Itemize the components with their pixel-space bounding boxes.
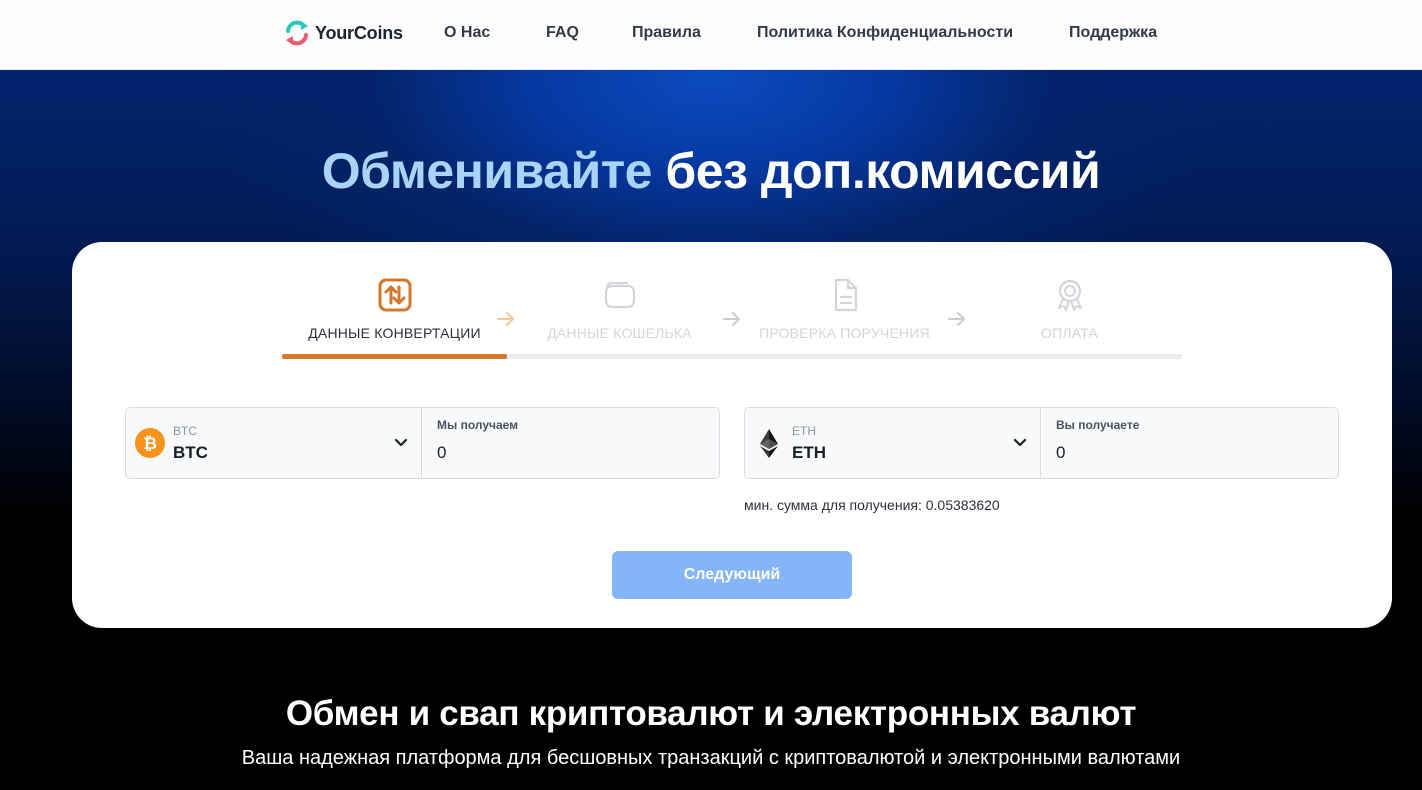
send-amount-label: Мы получаем bbox=[437, 418, 519, 432]
ethereum-icon bbox=[760, 429, 778, 458]
min-amount-note: мин. сумма для получения: 0.05383620 bbox=[744, 497, 1000, 513]
steps-track-progress bbox=[282, 354, 507, 359]
hero-title-rest: без доп.комиссий bbox=[665, 143, 1101, 199]
send-currency-code: BTC bbox=[173, 443, 208, 462]
nav-link-faq[interactable]: FAQ bbox=[546, 24, 579, 42]
send-amount-area: Мы получаем bbox=[423, 408, 719, 478]
step-label: ДАННЫЕ КОШЕЛЬКА bbox=[547, 325, 692, 341]
receive-currency-code-small: ETH bbox=[792, 424, 816, 438]
award-badge-icon bbox=[1058, 279, 1082, 311]
hero-title-accent: Обменивайте bbox=[321, 143, 653, 199]
receive-amount-label: Вы получаете bbox=[1056, 418, 1140, 432]
progress-steps: ДАННЫЕ КОНВЕРТАЦИИ ДАННЫЕ КОШЕЛЬКА ПРОВЕ… bbox=[282, 278, 1182, 360]
exchange-arrows-icon bbox=[378, 278, 412, 312]
wallet-icon bbox=[604, 281, 636, 309]
exchange-card: ДАННЫЕ КОНВЕРТАЦИИ ДАННЫЕ КОШЕЛЬКА ПРОВЕ… bbox=[72, 242, 1392, 628]
send-field-group: ₿ BTC BTC Мы получаем bbox=[125, 407, 720, 479]
document-icon bbox=[834, 278, 858, 312]
svg-text:₿: ₿ bbox=[143, 434, 157, 453]
receive-currency-code: ETH bbox=[792, 443, 826, 462]
nav-link-support[interactable]: Поддержка bbox=[1069, 24, 1157, 42]
next-button[interactable]: Следующий bbox=[612, 551, 852, 599]
logo-text: YourCoins bbox=[315, 22, 403, 43]
receive-currency-select[interactable]: ETH ETH bbox=[745, 408, 1041, 478]
step-label: ОПЛАТА bbox=[1040, 325, 1098, 341]
chevron-down-icon bbox=[1013, 438, 1027, 447]
step-order-review: ПРОВЕРКА ПОРУЧЕНИЯ bbox=[732, 278, 957, 348]
top-navigation-bar: YourCoins О Нас FAQ Правила Политика Кон… bbox=[0, 0, 1422, 70]
receive-amount-input[interactable] bbox=[1056, 441, 1296, 465]
receive-field-group: ETH ETH Вы получаете bbox=[744, 407, 1339, 479]
bitcoin-icon: ₿ bbox=[135, 428, 165, 458]
hero-title: Обменивайте без доп.комиссий bbox=[0, 142, 1422, 200]
send-amount-input[interactable] bbox=[437, 441, 677, 465]
send-currency-code-small: BTC bbox=[173, 424, 197, 438]
chevron-down-icon bbox=[394, 438, 408, 447]
step-conversion-data: ДАННЫЕ КОНВЕРТАЦИИ bbox=[282, 278, 507, 348]
yourcoins-logo-icon bbox=[286, 20, 308, 46]
step-label: ПРОВЕРКА ПОРУЧЕНИЯ bbox=[759, 325, 930, 341]
step-payment: ОПЛАТА bbox=[957, 278, 1182, 348]
nav-link-rules[interactable]: Правила bbox=[632, 24, 701, 42]
step-wallet-data: ДАННЫЕ КОШЕЛЬКА bbox=[507, 278, 732, 348]
receive-amount-area: Вы получаете bbox=[1042, 408, 1338, 478]
nav-link-about[interactable]: О Нас bbox=[444, 24, 490, 42]
logo-link[interactable]: YourCoins bbox=[284, 19, 403, 47]
send-currency-select[interactable]: ₿ BTC BTC bbox=[126, 408, 422, 478]
nav-link-privacy-policy[interactable]: Политика Конфиденциальности bbox=[757, 24, 1013, 42]
section-title: Обмен и свап криптовалют и электронных в… bbox=[285, 694, 1137, 733]
section-subtitle: Ваша надежная платформа для бесшовных тр… bbox=[241, 747, 1181, 769]
step-label: ДАННЫЕ КОНВЕРТАЦИИ bbox=[308, 325, 481, 341]
